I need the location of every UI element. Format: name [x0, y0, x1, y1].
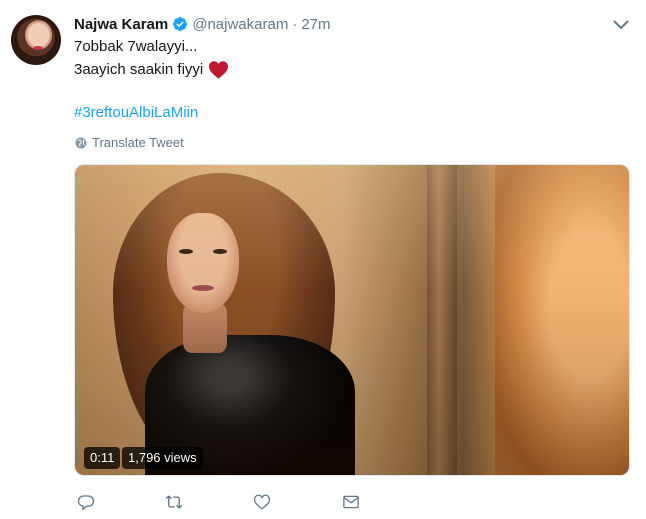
video-player[interactable]: 0:11 1,796 views: [74, 164, 630, 476]
separator-dot: ·: [292, 15, 298, 33]
reply-icon[interactable]: [75, 491, 97, 513]
retweet-icon[interactable]: [163, 491, 185, 513]
globe-icon: [75, 137, 87, 149]
video-views-badge: 1,796 views: [122, 447, 203, 469]
red-heart-emoji-icon: [208, 60, 229, 79]
author-name[interactable]: Najwa Karam: [74, 16, 168, 33]
hashtag-link[interactable]: #3reftouAlbiLaMiin: [74, 104, 198, 121]
tweet-text-line-2: 3aayich saakin fiyyi: [74, 60, 229, 79]
verified-badge-icon: [172, 16, 188, 32]
tweet: Najwa Karam @najwakaram · 27m 7obbak 7wa…: [0, 0, 646, 519]
like-icon[interactable]: [251, 491, 273, 513]
tweet-timestamp[interactable]: 27m: [301, 16, 330, 33]
author-handle[interactable]: @najwakaram: [192, 16, 288, 33]
chevron-down-icon[interactable]: [612, 18, 630, 32]
video-duration-badge: 0:11: [84, 447, 121, 469]
direct-message-icon[interactable]: [340, 491, 362, 513]
avatar[interactable]: [11, 15, 61, 65]
tweet-text-line-1: 7obbak 7walayyi...: [74, 38, 198, 55]
tweet-actions: [0, 491, 646, 513]
tweet-header: Najwa Karam @najwakaram · 27m: [74, 14, 331, 34]
video-scene-shading: [75, 165, 629, 475]
translate-tweet-link[interactable]: Translate Tweet: [75, 135, 184, 150]
tweet-text-line-2-text: 3aayich saakin fiyyi: [74, 61, 204, 78]
translate-tweet-label: Translate Tweet: [92, 135, 184, 150]
